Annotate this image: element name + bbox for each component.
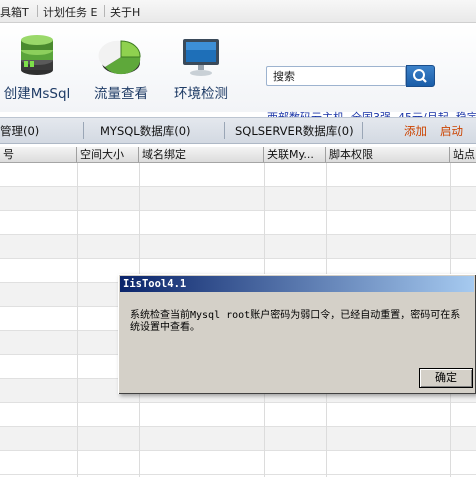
- menu-about[interactable]: 关于H: [110, 4, 140, 20]
- column-header-site[interactable]: 站点: [450, 147, 476, 162]
- tab-divider: [83, 122, 84, 139]
- tab-sqlserver-databases[interactable]: SQLSERVER数据库(0): [235, 123, 354, 139]
- menu-separator: [37, 5, 38, 17]
- menu-toolbox[interactable]: 具箱T: [0, 4, 29, 20]
- toolbar: 创建MsSql 流量查看 环境检测 西部数码云主机全国3强45元/月起稳定: [0, 23, 476, 124]
- create-mssql-button[interactable]: 创建MsSql: [2, 33, 72, 102]
- database-icon: [21, 35, 53, 75]
- create-mssql-label: 创建MsSql: [3, 86, 71, 102]
- table-row[interactable]: [0, 211, 476, 235]
- search-button[interactable]: [406, 65, 435, 87]
- message-dialog: IisTool4.1 系统检查当前Mysql root账户密码为弱口令，已经自动…: [118, 274, 476, 394]
- table-row[interactable]: [0, 427, 476, 451]
- add-button[interactable]: 添加: [404, 123, 427, 139]
- column-header-space-size[interactable]: 空间大小: [77, 147, 139, 162]
- traffic-view-label: 流量查看: [94, 86, 148, 102]
- grid-header: 号 空间大小 域名绑定 关联My... 脚本权限 站点: [0, 147, 476, 163]
- tab-divider: [362, 122, 363, 139]
- table-row[interactable]: [0, 163, 476, 187]
- dialog-message: 系统检查当前Mysql root账户密码为弱口令，已经自动重置，密码可在系统设置…: [130, 310, 461, 333]
- column-header-linked-mysql[interactable]: 关联My...: [264, 147, 326, 162]
- dialog-title[interactable]: IisTool4.1: [120, 276, 474, 292]
- column-header-number[interactable]: 号: [0, 147, 77, 162]
- search-icon: [413, 69, 427, 83]
- table-row[interactable]: [0, 235, 476, 259]
- column-header-script-permission[interactable]: 脚本权限: [326, 147, 450, 162]
- menu-separator: [104, 5, 105, 17]
- menu-scheduled-tasks[interactable]: 计划任务 E: [43, 4, 97, 20]
- env-check-button[interactable]: 环境检测: [166, 33, 236, 102]
- table-row[interactable]: [0, 403, 476, 427]
- traffic-view-button[interactable]: 流量查看: [86, 33, 156, 102]
- monitor-icon: [183, 39, 219, 76]
- start-button[interactable]: 启动: [440, 123, 463, 139]
- tab-site-management[interactable]: 管理(0): [0, 123, 39, 139]
- tab-mysql-databases[interactable]: MYSQL数据库(0): [100, 123, 191, 139]
- env-check-label: 环境检测: [174, 86, 228, 102]
- ok-button[interactable]: 确定: [419, 368, 473, 388]
- table-row[interactable]: [0, 451, 476, 475]
- column-header-domain-binding[interactable]: 域名绑定: [139, 147, 264, 162]
- search-input[interactable]: [266, 66, 406, 86]
- pie-chart-icon: [98, 40, 141, 75]
- menu-bar: 具箱T 计划任务 E 关于H: [0, 0, 476, 23]
- grid-column-line: [77, 163, 78, 477]
- tab-strip: 管理(0) MYSQL数据库(0) SQLSERVER数据库(0) 添加 启动: [0, 117, 476, 144]
- tab-divider: [224, 122, 225, 139]
- table-row[interactable]: [0, 187, 476, 211]
